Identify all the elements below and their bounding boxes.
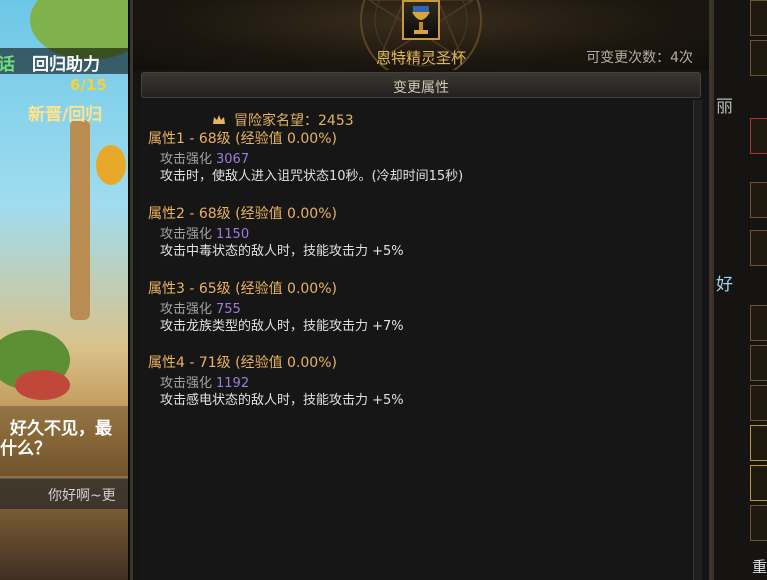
counter-text: 6/15: [70, 76, 107, 94]
inventory-slot[interactable]: [750, 425, 767, 461]
attribute-4-desc: 攻击感电状态的敌人时，技能攻击力 +5%: [160, 393, 404, 408]
scrollbar[interactable]: [693, 100, 702, 580]
inventory-slot[interactable]: [750, 40, 767, 76]
attribute-1-desc: 攻击时，使敌人进入诅咒状态10秒。(冷却时间15秒): [160, 169, 464, 184]
attribute-2-title: 属性2 - 68级 (经验值 0.00%): [148, 206, 337, 222]
attribute-3-desc: 攻击龙族类型的敌人时，技能攻击力 +7%: [160, 319, 404, 334]
side-label: 话: [0, 55, 15, 75]
right-side-text-2: 好: [716, 275, 733, 295]
crown-icon: [212, 114, 226, 126]
drum-decoration: [15, 370, 70, 400]
left-title-text: 回归助力: [32, 55, 100, 75]
left-title-bar: 话 回归助力: [0, 48, 128, 75]
inventory-slot[interactable]: [750, 305, 767, 341]
right-side-text-1: 丽: [716, 97, 733, 117]
adventurer-renown: 冒险家名望：2453: [212, 110, 354, 130]
attribute-4-title: 属性4 - 71级 (经验值 0.00%): [148, 355, 337, 371]
chat-input[interactable]: 你好啊~更: [0, 478, 128, 509]
right-side-strip: 丽 好 重: [712, 0, 767, 580]
attribute-2-desc: 攻击中毒状态的敌人时，技能攻击力 +5%: [160, 244, 404, 259]
chat-input-text: 你好啊~更: [48, 488, 116, 504]
subtitle-text: 新晋/回归: [28, 105, 103, 125]
palm-trunk-decoration: [70, 120, 90, 320]
inventory-slot[interactable]: [750, 230, 767, 266]
inventory-slot[interactable]: [750, 385, 767, 421]
change-count: 可变更次数：4次: [586, 50, 693, 66]
attribute-3-title: 属性3 - 65级 (经验值 0.00%): [148, 281, 337, 297]
inventory-slot[interactable]: [750, 465, 767, 501]
tab-label: 变更属性: [393, 80, 449, 96]
coin-decoration: [96, 145, 126, 185]
tab-change-attribute[interactable]: 变更属性: [141, 72, 701, 98]
chat-message-2: 什么？: [0, 439, 51, 459]
chat-box: 好久不见，最 什么？: [0, 406, 128, 476]
inventory-slot[interactable]: [750, 182, 767, 218]
inventory-slot[interactable]: [750, 505, 767, 541]
game-background-left: 话 回归助力 6/15 新晋/回归 好久不见，最 什么？ 你好啊~更: [0, 0, 128, 580]
adventurer-renown-text: 冒险家名望：2453: [234, 113, 354, 129]
inventory-slot[interactable]: [750, 0, 767, 36]
inventory-slot[interactable]: [750, 118, 767, 154]
panel-header: 恩特精灵圣杯 可变更次数：4次: [133, 0, 709, 70]
attribute-1-title: 属性1 - 68级 (经验值 0.00%): [148, 131, 337, 147]
chalice-icon[interactable]: [402, 0, 440, 40]
right-side-text-3: 重: [752, 558, 767, 576]
inventory-slot[interactable]: [750, 345, 767, 381]
